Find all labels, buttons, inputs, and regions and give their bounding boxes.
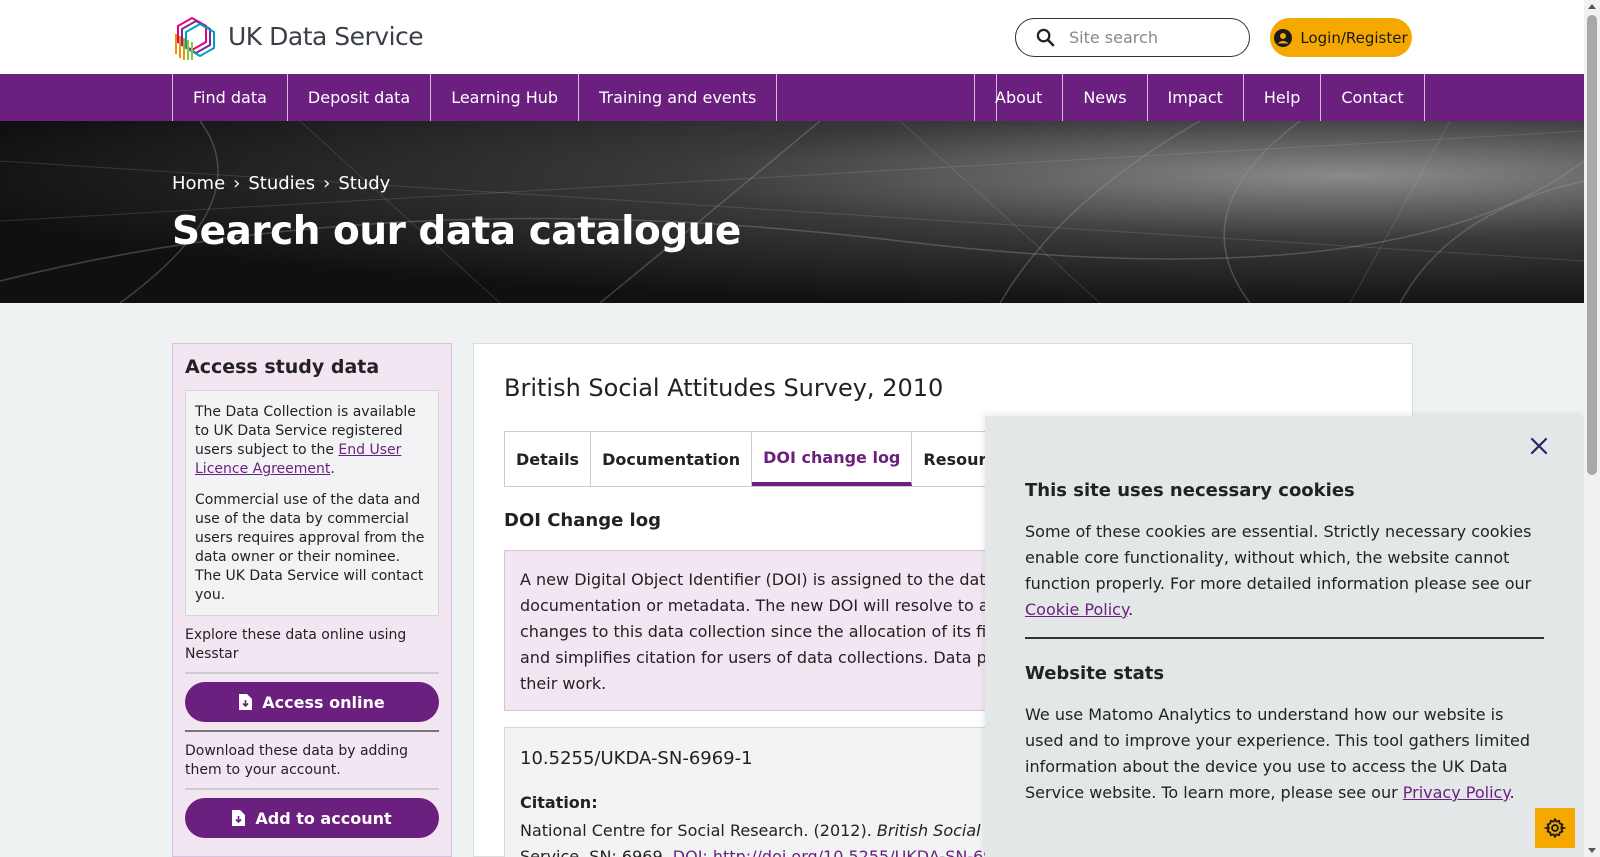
chevron-right-icon: › (323, 173, 331, 194)
breadcrumb-studies[interactable]: Studies (248, 173, 315, 194)
website-stats-title: Website stats (1025, 663, 1165, 684)
nav-learning-hub[interactable]: Learning Hub (431, 74, 580, 121)
page-scrollbar[interactable] (1584, 0, 1600, 857)
cookie-settings-button[interactable] (1535, 808, 1575, 848)
nesstar-note: Explore these data online using Nesstar (185, 627, 407, 662)
citation-authors: National Centre for Social Research. (20… (520, 821, 877, 840)
licence-paragraph: The Data Collection is available to UK D… (195, 403, 428, 479)
site-search[interactable] (1015, 18, 1250, 57)
nav-deposit-data[interactable]: Deposit data (288, 74, 432, 121)
tab-documentation[interactable]: Documentation (591, 432, 753, 486)
necessary-cookies-title: This site uses necessary cookies (1025, 480, 1355, 501)
add-to-account-button[interactable]: Add to account (185, 798, 439, 838)
website-stats-text: We use Matomo Analytics to understand ho… (1025, 702, 1544, 806)
login-label: Login/Register (1300, 28, 1408, 47)
citation-series: Service. SN: 6969, (520, 847, 673, 857)
file-download-icon (239, 694, 253, 710)
gear-icon (1544, 817, 1566, 839)
login-register-button[interactable]: Login/Register (1270, 18, 1412, 57)
tab-details[interactable]: Details (505, 432, 592, 486)
hero-banner: Home › Studies › Study Search our data c… (0, 121, 1584, 303)
doi-link[interactable]: DOI: http://doi.org/10.5255/UKDA-SN-6969… (673, 847, 1030, 857)
privacy-policy-link[interactable]: Privacy Policy (1403, 783, 1510, 802)
period: . (1509, 783, 1515, 802)
nav-news[interactable]: News (1063, 74, 1148, 121)
necessary-cookies-text: Some of these cookies are essential. Str… (1025, 519, 1544, 639)
breadcrumb: Home › Studies › Study (172, 173, 390, 194)
nav-impact[interactable]: Impact (1148, 74, 1244, 121)
access-online-wrap: Access online (185, 672, 439, 732)
logo-text: UK Data Service (228, 21, 424, 51)
scroll-up-arrow[interactable] (1588, 4, 1596, 9)
sidebar-title: Access study data (185, 356, 380, 378)
access-online-button[interactable]: Access online (185, 682, 439, 722)
file-download-icon (232, 810, 246, 826)
page-title: Search our data catalogue (172, 209, 741, 254)
nav-training-events[interactable]: Training and events (579, 74, 778, 121)
access-online-label: Access online (262, 692, 385, 712)
search-icon (1036, 28, 1055, 47)
nav-right: About News Impact Help Contact (974, 74, 1425, 121)
nav-spacer (777, 74, 998, 121)
close-icon-glyph (1530, 437, 1548, 455)
top-header: UK Data Service Login/Register (0, 0, 1584, 74)
user-icon (1274, 28, 1293, 47)
nav-find-data[interactable]: Find data (173, 74, 288, 121)
breadcrumb-home[interactable]: Home (172, 173, 225, 194)
logo-icon (175, 16, 215, 60)
tab-doi-change-log[interactable]: DOI change log (752, 432, 913, 486)
licence-text-end: . (330, 461, 335, 477)
licence-info-box: The Data Collection is available to UK D… (185, 390, 439, 616)
close-icon[interactable] (1530, 434, 1548, 462)
scroll-thumb[interactable] (1587, 15, 1597, 475)
breadcrumb-study: Study (338, 173, 391, 194)
search-input[interactable] (1069, 28, 1239, 47)
period: . (1128, 600, 1134, 619)
cookie-consent-panel: This site uses necessary cookies Some of… (985, 416, 1584, 857)
cookie-policy-link[interactable]: Cookie Policy (1025, 600, 1128, 619)
nav-about[interactable]: About (975, 74, 1064, 121)
chevron-right-icon: › (233, 173, 241, 194)
nav-help[interactable]: Help (1244, 74, 1322, 121)
logo[interactable]: UK Data Service (172, 10, 424, 62)
scroll-down-arrow[interactable] (1588, 848, 1596, 853)
nav-left: Find data Deposit data Learning Hub Trai… (172, 74, 998, 121)
access-study-data-panel: Access study data The Data Collection is… (172, 343, 452, 857)
study-title: British Social Attitudes Survey, 2010 (504, 374, 944, 402)
commercial-use-paragraph: Commercial use of the data and use of th… (195, 492, 425, 603)
nav-contact[interactable]: Contact (1321, 74, 1425, 121)
necessary-text-body: Some of these cookies are essential. Str… (1025, 522, 1532, 593)
add-to-account-label: Add to account (255, 808, 392, 828)
download-note: Download these data by adding them to yo… (185, 742, 439, 790)
main-nav: Find data Deposit data Learning Hub Trai… (0, 74, 1584, 121)
